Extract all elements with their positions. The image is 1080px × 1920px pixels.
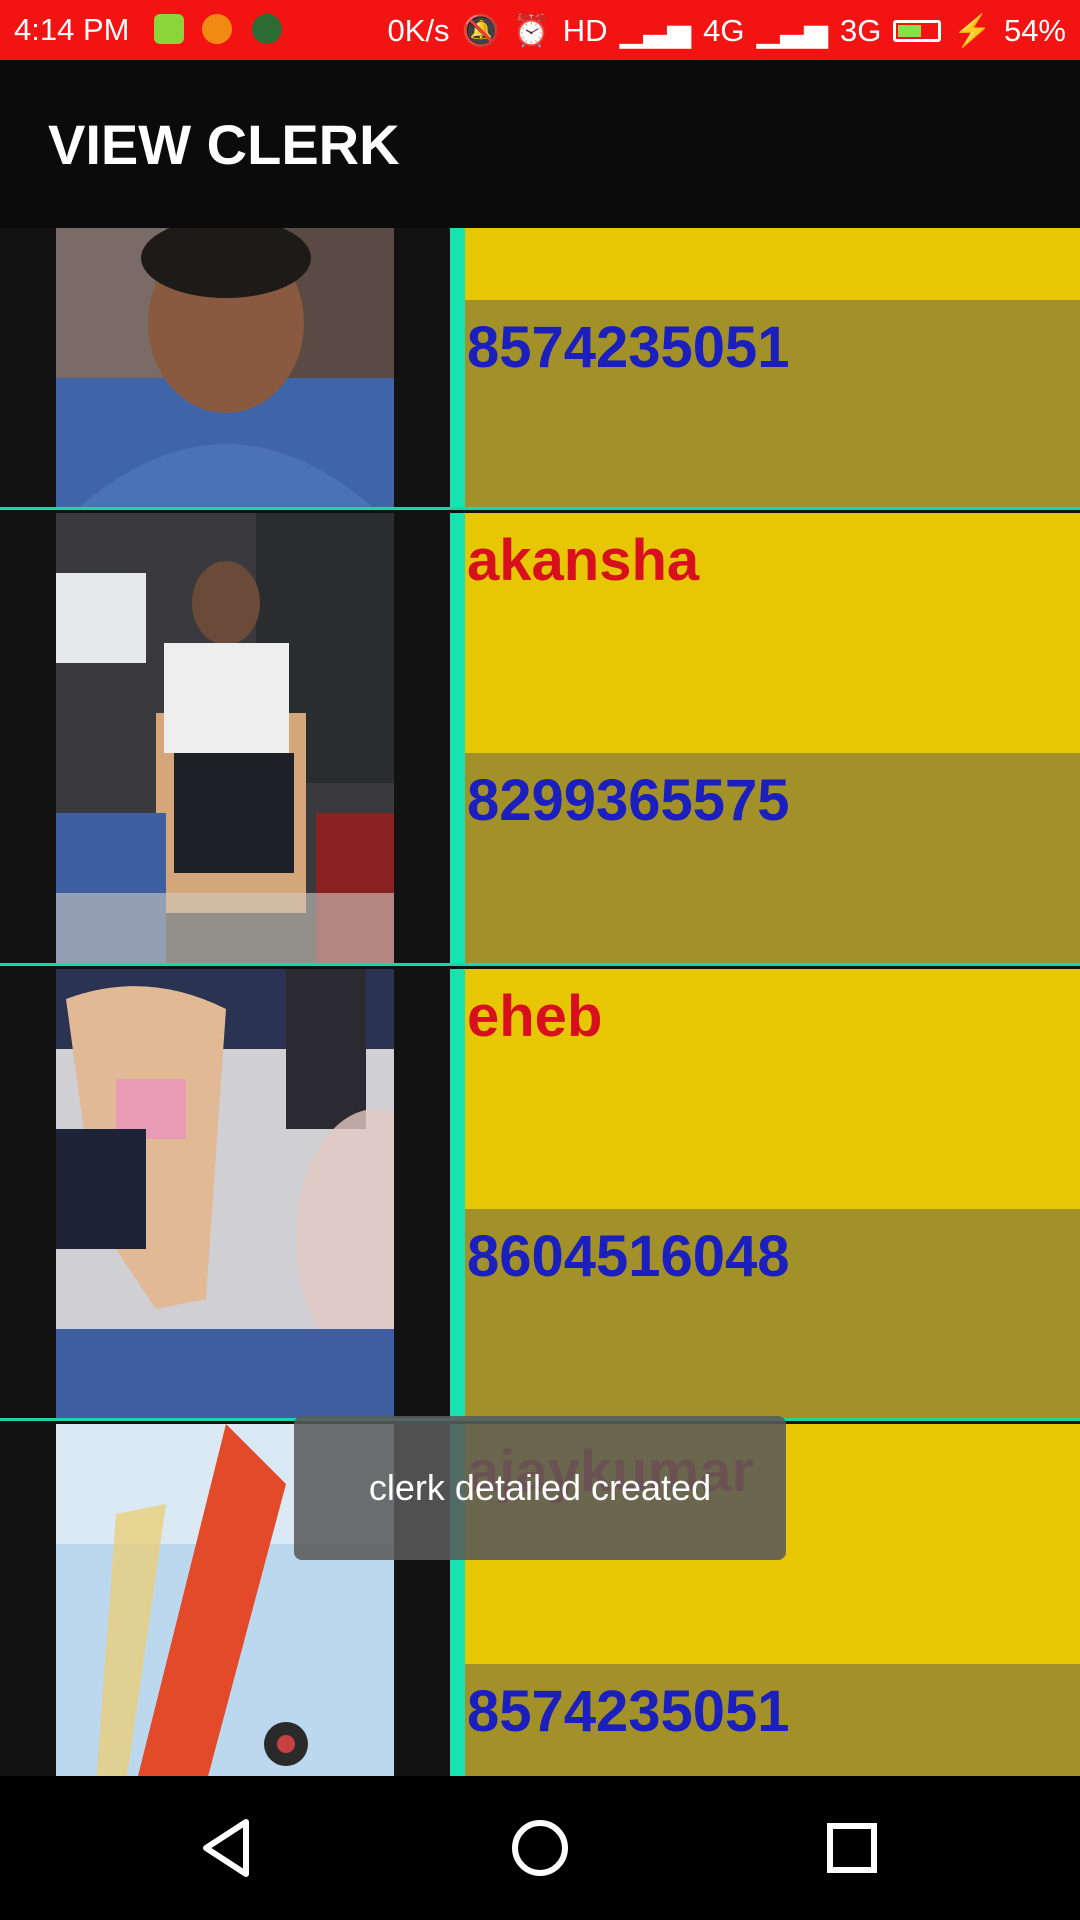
status-bar: 4:14 PM 0K/s 🔕 ⏰ HD ▁▃▅ 4G ▁▃▅ 3G ⚡ 54% [0,0,1080,60]
alarm-icon: ⏰ [512,13,551,48]
clerk-name-cell: akansha [465,513,1080,753]
clerk-name: akansha [467,528,700,593]
row-divider [450,969,465,1418]
row-divider [450,513,465,963]
app-bar: VIEW CLERK [0,60,1080,228]
net-speed: 0K/s [387,12,450,48]
mute-icon: 🔕 [461,13,501,48]
home-icon[interactable] [504,1812,576,1884]
battery-percent: 54% [1003,12,1066,48]
status-time: 4:14 PM [14,12,130,47]
clerk-photo [56,969,394,1418]
clerk-phone: 8604516048 [467,1224,790,1289]
signal-icon: ▁▃▅ [619,12,692,48]
notification-app-icon-2 [202,14,232,44]
clerk-photo [56,228,394,507]
clerk-phone-cell: 8299365575 [465,753,1080,963]
clerk-phone-cell: 8574235051 [465,300,1080,507]
charging-icon: ⚡ [953,13,992,48]
list-item[interactable]: eheb 8604516048 [0,969,1080,1421]
clerk-name: eheb [467,984,603,1049]
list-item[interactable]: 8574235051 [0,228,1080,510]
clerk-name-cell: eheb [465,969,1080,1209]
signal-icon-2: ▁▃▅ [756,12,828,48]
clerk-phone: 8574235051 [467,315,790,380]
hd-label: HD [562,12,608,48]
row-divider [450,228,465,507]
back-icon[interactable] [192,1812,264,1884]
net2-label: 3G [839,12,882,48]
recents-icon[interactable] [816,1812,888,1884]
battery-icon [893,19,942,42]
nav-bar [0,1776,1080,1920]
clerk-phone-cell: 8604516048 [465,1209,1080,1418]
clerk-phone: 8299365575 [467,768,790,833]
page-title: VIEW CLERK [48,113,400,176]
clerk-phone-cell: 8574235051 [465,1664,1080,1776]
clerk-photo [56,513,394,963]
toast-message: clerk detailed created [294,1416,786,1560]
notification-app-icon [154,14,184,44]
net1-label: 4G [703,12,745,48]
call-icon [252,14,282,44]
clerk-name-cell [465,228,1080,300]
clerk-phone: 8574235051 [467,1679,790,1744]
list-item[interactable]: akansha 8299365575 [0,513,1080,966]
